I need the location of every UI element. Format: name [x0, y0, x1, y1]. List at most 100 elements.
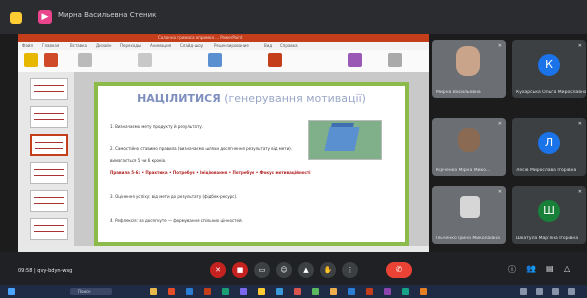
font-icon[interactable]	[78, 53, 92, 67]
ppt-window-title: Салонна гримаса опримка ... PowerPoint	[158, 35, 243, 40]
ppt-tab[interactable]: Анимация	[150, 42, 171, 50]
word-icon[interactable]	[186, 288, 193, 295]
ppt-tab[interactable]: Слайд-шоу	[180, 42, 203, 50]
app-icon[interactable]	[294, 288, 301, 295]
participant-tile[interactable]: ✕ Мирна Васильевна	[432, 40, 506, 98]
slide-thumbnail-selected[interactable]	[30, 134, 68, 156]
app-icon[interactable]	[312, 288, 319, 295]
meet-top-bar: ▶ Мирна Васильевна Стеник	[0, 0, 587, 34]
slide-text-line: вимагається 5 чи 6 кроків.	[110, 158, 167, 163]
slide-text-line: 3. Оцінення успіху: від мети до результа…	[110, 194, 238, 199]
participant-name: Ільченко Ірина Миколаївна	[436, 236, 500, 241]
meet-controls-bar: 09:58 | qvy-bdyn-wsg ✕ ■ ▭ ☺ ▲ ✋ ⋮ ✆ ⓘ 👥…	[0, 252, 587, 285]
app-icon[interactable]	[402, 288, 409, 295]
ppt-tab[interactable]: Переходы	[120, 42, 141, 50]
current-slide[interactable]: НАЦІЛИТИСЯ (генерування мотивації) 1. Ви…	[94, 82, 409, 246]
mic-off-icon[interactable]: ✕	[210, 262, 226, 278]
os-taskbar: Поиск	[0, 285, 587, 298]
app-icon[interactable]	[348, 288, 355, 295]
explorer-icon[interactable]	[150, 288, 157, 295]
slide-thumbnail[interactable]	[30, 190, 68, 212]
ppt-tab[interactable]: Дизайн	[96, 42, 112, 50]
participant-name: Кірченко Мірна Мико...	[436, 168, 491, 173]
powerpoint-icon[interactable]	[204, 288, 211, 295]
app-icon[interactable]	[366, 288, 373, 295]
ppt-tab[interactable]: Файл	[22, 42, 33, 50]
chat-icon[interactable]: ▤	[546, 264, 554, 273]
teams-icon[interactable]	[240, 288, 247, 295]
cc-icon[interactable]: ▭	[254, 262, 270, 278]
mic-off-icon: ✕	[497, 121, 502, 127]
editing-icon[interactable]	[388, 53, 402, 67]
slide-heading: НАЦІЛИТИСЯ (генерування мотивації)	[137, 92, 366, 105]
app-icon[interactable]	[276, 288, 283, 295]
participant-tile[interactable]: К ✕ Кухарська Ольга Мирославна	[512, 40, 586, 98]
camera-off-icon[interactable]: ■	[232, 262, 248, 278]
clock-icon[interactable]	[568, 288, 575, 295]
avatar: К	[538, 54, 560, 76]
app-icon[interactable]	[330, 288, 337, 295]
mic-off-icon: ✕	[577, 43, 582, 49]
more-icon[interactable]: ⋮	[342, 262, 358, 278]
emoji-icon[interactable]: ☺	[276, 262, 292, 278]
slide-thumbnail[interactable]	[30, 78, 68, 100]
slide-text-line: 4. Рефлексія: за досягнуте — формування …	[110, 218, 243, 223]
participant-name: Мирна Васильевна	[436, 90, 481, 95]
participant-tile[interactable]: ✕ Ільченко Ірина Миколаївна	[432, 186, 506, 244]
mic-off-icon: ✕	[577, 189, 582, 195]
people-icon[interactable]: 👥	[526, 264, 536, 273]
mic-off-icon: ✕	[577, 121, 582, 127]
shared-screen: Салонна гримаса опримка ... PowerPoint Ф…	[18, 34, 429, 252]
participant-name: Лесів Мирослава Ігорівна	[516, 168, 577, 173]
mic-off-icon: ✕	[497, 43, 502, 49]
participant-video	[458, 128, 480, 152]
meet-logo-icon	[10, 12, 22, 24]
participant-tile[interactable]: ✕ Кірченко Мірна Мико...	[432, 118, 506, 176]
ppt-tab[interactable]: Вид	[264, 42, 272, 50]
ppt-tab[interactable]: Справка	[280, 42, 298, 50]
slide-thumbnails	[18, 72, 75, 252]
new-slide-icon[interactable]	[44, 53, 58, 67]
slide-thumbnail[interactable]	[30, 218, 68, 240]
start-icon[interactable]	[8, 288, 15, 295]
paragraph-icon[interactable]	[138, 53, 152, 67]
ppt-tab[interactable]: Рецензирование	[214, 42, 249, 50]
ppt-title-bar: Салонна гримаса опримка ... PowerPoint	[18, 34, 429, 42]
app-icon[interactable]	[258, 288, 265, 295]
tray-icon[interactable]	[536, 288, 543, 295]
app-icon[interactable]	[384, 288, 391, 295]
shapes-icon[interactable]	[208, 53, 222, 67]
tray-icon[interactable]	[552, 288, 559, 295]
slide-thumbnail[interactable]	[30, 106, 68, 128]
app-icon[interactable]	[420, 288, 427, 295]
participant-video	[456, 46, 480, 76]
raise-hand-icon[interactable]: ✋	[320, 262, 336, 278]
participant-video	[460, 196, 480, 218]
slide-house-image	[308, 120, 382, 160]
arrange-icon[interactable]	[268, 53, 282, 67]
meeting-time-code: 09:58 | qvy-bdyn-wsg	[18, 268, 73, 274]
slide-text-line: 2. Самостійно ставимо правила (визначаєм…	[110, 146, 293, 151]
ppt-tab[interactable]: Вставка	[70, 42, 87, 50]
present-icon[interactable]: ▲	[298, 262, 314, 278]
paste-icon[interactable]	[24, 53, 38, 67]
participant-tile[interactable]: Л ✕ Лесів Мирослава Ігорівна	[512, 118, 586, 176]
avatar: Ш	[538, 200, 560, 222]
mic-off-icon: ✕	[497, 189, 502, 195]
activities-icon[interactable]: △	[564, 264, 570, 273]
end-call-button[interactable]: ✆	[386, 262, 412, 278]
info-icon[interactable]: ⓘ	[508, 264, 516, 275]
participant-name: Шкатула Мар'яна Ігорівна	[516, 236, 579, 241]
slide-text-line: 1. Визначаємо мету продукту й результату…	[110, 124, 203, 129]
designer-icon[interactable]	[348, 53, 362, 67]
participant-tile[interactable]: Ш ✕ Шкатула Мар'яна Ігорівна	[512, 186, 586, 244]
taskbar-search[interactable]: Поиск	[70, 288, 112, 295]
chrome-icon[interactable]	[168, 288, 175, 295]
tray-icon[interactable]	[520, 288, 527, 295]
slide-thumbnail[interactable]	[30, 162, 68, 184]
ppt-tab[interactable]: Главная	[42, 42, 59, 50]
presenter-title: Мирна Васильевна Стеник	[58, 11, 157, 19]
slide-text-line-highlight: Правила 5-6: • Практика • Потребує • Іні…	[110, 170, 311, 175]
participant-name: Кухарська Ольга Мирославна	[516, 90, 586, 95]
excel-icon[interactable]	[222, 288, 229, 295]
